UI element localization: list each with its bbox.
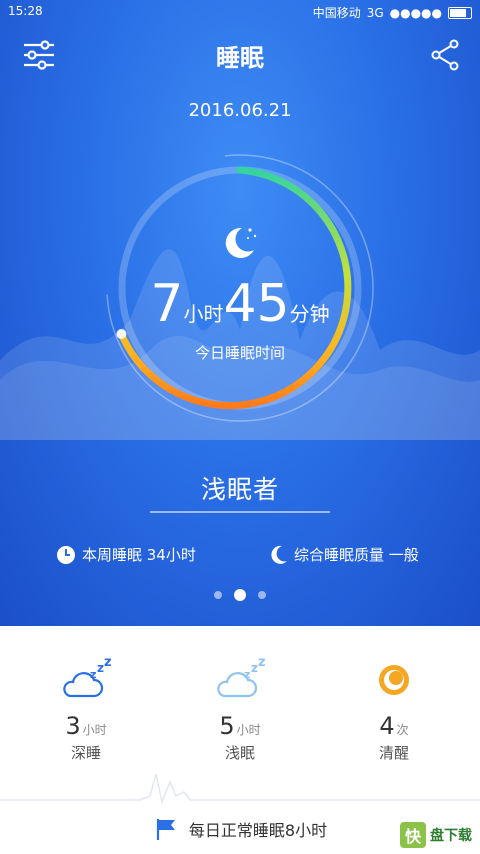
sleep-hours: 7 <box>150 274 184 334</box>
page-title: 睡眠 <box>216 44 264 72</box>
svg-text:z: z <box>90 668 96 681</box>
awake-card: 4次 清醒 <box>324 656 464 763</box>
status-network: 3G <box>366 5 384 20</box>
svg-text:z: z <box>258 656 266 670</box>
status-carrier: 中国移动 <box>312 6 361 20</box>
status-signal: ●●●●● <box>389 5 442 20</box>
sleep-quality-text: 综合睡眠质量 一般 <box>294 546 419 564</box>
sleep-quality-stat: 综合睡眠质量 一般 <box>270 544 419 565</box>
moon-small-icon <box>271 545 287 564</box>
share-icon[interactable] <box>428 38 462 72</box>
svg-text:z: z <box>104 656 112 670</box>
brand-watermark: 快 盘下载 <box>400 822 472 848</box>
weekly-sleep-stat: 本周睡眠 34小时 <box>56 544 196 565</box>
sleep-breakdown: z z z 3 小时 深睡 z z z 5 小时 浅眠 4次 清醒 每日正常睡眠… <box>0 626 480 854</box>
awake-unit: 次 <box>396 723 409 737</box>
date-label: 2016.06.21 <box>188 100 292 121</box>
page-dot[interactable] <box>214 591 222 599</box>
status-time: 15:28 <box>8 4 43 18</box>
daily-goal-text: 每日正常睡眠8小时 <box>188 821 328 840</box>
deep-sleep-cloud-icon: z z z <box>63 655 112 698</box>
sleep-duration: 7小时45分钟 <box>0 274 480 334</box>
battery-icon <box>448 6 472 19</box>
sleep-minutes-unit: 分钟 <box>289 302 330 326</box>
page-dot[interactable] <box>258 591 266 599</box>
page-dot-active[interactable] <box>234 589 246 601</box>
sleep-duration-label: 今日睡眠时间 <box>194 344 285 362</box>
light-sleep-label: 浅眠 <box>224 744 255 762</box>
awake-value: 4 <box>379 712 395 740</box>
svg-text:z: z <box>251 661 258 675</box>
status-bar: 15:28 中国移动 3G ●●●●● <box>0 0 480 22</box>
weekly-sleep-text: 本周睡眠 34小时 <box>82 546 196 564</box>
sleep-summary-panel: 15:28 中国移动 3G ●●●●● 睡眠 2016.06.21 7小时45分… <box>0 0 480 626</box>
awake-label: 清醒 <box>378 744 409 762</box>
light-sleep-value: 5 <box>219 712 235 740</box>
light-sleep-unit: 小时 <box>236 723 261 737</box>
sleep-hours-unit: 小时 <box>183 302 224 326</box>
brand-logo: 快 <box>400 822 426 848</box>
deep-sleep-card: z z z 3 小时 深睡 <box>16 655 156 763</box>
deep-sleep-unit: 小时 <box>82 723 107 737</box>
awake-icon <box>379 665 409 695</box>
svg-text:z: z <box>244 668 250 681</box>
pulse-line <box>0 773 480 805</box>
brand-name: 盘下载 <box>430 828 472 844</box>
flag-icon <box>156 819 175 840</box>
light-sleep-cloud-icon: z z z <box>217 655 266 698</box>
page-indicator[interactable] <box>0 589 480 601</box>
deep-sleep-value: 3 <box>65 712 81 740</box>
sleep-minutes: 45 <box>223 274 290 334</box>
sleeper-type: 浅眠者 <box>200 475 279 504</box>
deep-sleep-label: 深睡 <box>70 744 101 762</box>
moon-icon <box>225 227 257 258</box>
svg-text:z: z <box>97 661 104 675</box>
sleeper-type-divider <box>150 511 330 513</box>
light-sleep-card: z z z 5 小时 浅眠 <box>170 655 310 763</box>
clock-icon <box>57 545 75 564</box>
